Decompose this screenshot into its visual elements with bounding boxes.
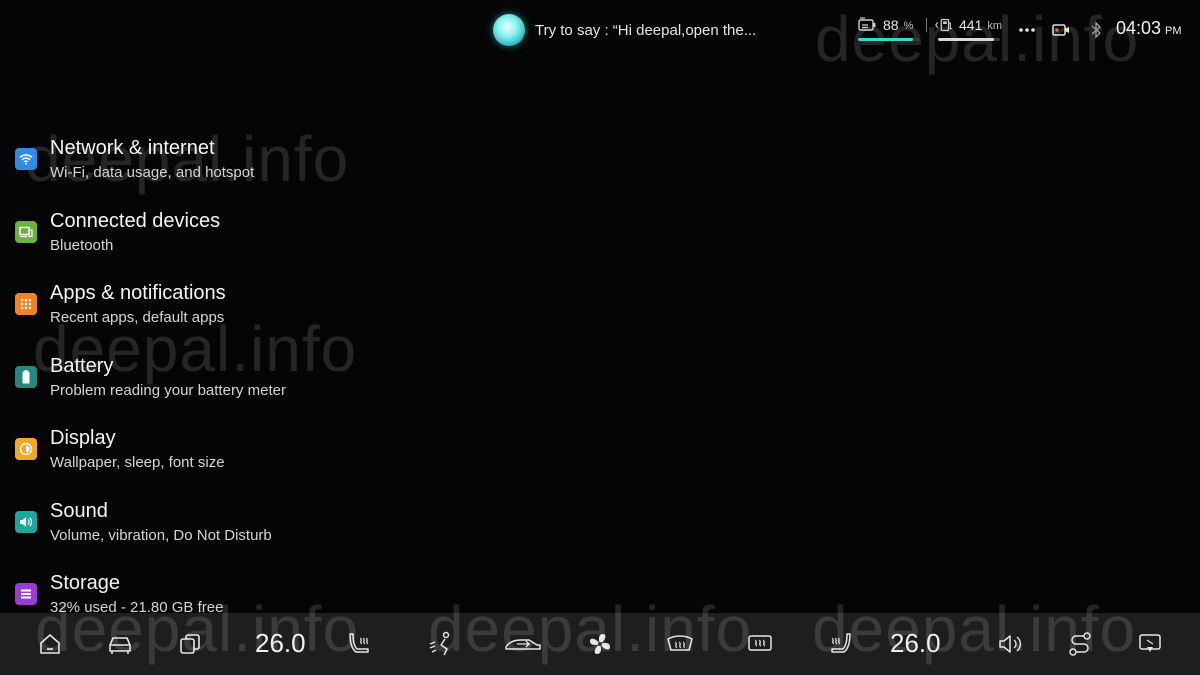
- range-level-bar: [938, 38, 1000, 41]
- setting-summary: Volume, vibration, Do Not Disturb: [50, 526, 272, 544]
- home-button[interactable]: [33, 627, 67, 661]
- setting-title: Battery: [50, 354, 114, 377]
- bluetooth-icon[interactable]: [1086, 20, 1106, 40]
- voice-assistant[interactable]: Try to say : “Hi deepal,open the...: [493, 14, 756, 46]
- battery-unit: %: [903, 20, 914, 32]
- status-bar: Try to say : “Hi deepal,open the... 88 %…: [0, 0, 1200, 62]
- fan-speed-icon[interactable]: [583, 627, 617, 661]
- driver-temperature[interactable]: 26.0: [255, 628, 306, 659]
- setting-title: Connected devices: [50, 209, 221, 232]
- battery-status: 88 %: [858, 16, 920, 44]
- setting-apps-notifications[interactable]: Apps & notifications Recent apps, defaul…: [0, 276, 600, 349]
- setting-title: Storage: [50, 572, 121, 594]
- airflow-direction-icon[interactable]: [424, 627, 458, 661]
- climate-bar: 26.0 26.0: [0, 613, 1200, 675]
- setting-summary: Bluetooth: [50, 236, 114, 254]
- setting-summary: Wi-Fi, data usage, and hotspot: [50, 164, 255, 181]
- setting-sound[interactable]: Sound Volume, vibration, Do Not Disturb: [0, 494, 600, 567]
- seat-heat-right-icon[interactable]: [823, 627, 857, 661]
- car-button[interactable]: [103, 627, 137, 661]
- screen-toggle-button[interactable]: [1133, 627, 1167, 661]
- setting-battery[interactable]: Battery Problem reading your battery met…: [0, 349, 600, 422]
- battery-level-fill: [858, 38, 913, 41]
- brightness-icon: [15, 438, 37, 460]
- range-fuel-icon: [934, 16, 954, 34]
- battery-level-bar: [858, 38, 920, 41]
- setting-title: Display: [50, 427, 116, 449]
- apps-grid-icon: [15, 293, 37, 315]
- voice-assistant-hint: Try to say : “Hi deepal,open the...: [535, 21, 757, 39]
- clock-time: 04:03: [1116, 18, 1162, 38]
- more-dots-icon[interactable]: [1016, 20, 1038, 40]
- battery-icon: [15, 365, 37, 388]
- setting-connected-devices[interactable]: Connected devices Bluetooth: [0, 204, 600, 277]
- volume-icon: [15, 510, 37, 533]
- range-status: 441 km: [934, 16, 1002, 44]
- battery-percent: 88: [883, 17, 899, 33]
- passenger-temperature[interactable]: 26.0: [890, 628, 941, 659]
- status-divider: [926, 18, 927, 32]
- recirculation-icon[interactable]: [503, 627, 543, 661]
- clock: 04:03 PM: [1116, 18, 1182, 39]
- settings-list: Network & internet Wi-Fi, data usage, an…: [0, 131, 1200, 639]
- range-unit: km: [987, 20, 1003, 32]
- devices-icon: [15, 220, 37, 243]
- voice-assistant-orb-icon[interactable]: [493, 14, 525, 46]
- seat-heat-left-icon[interactable]: [343, 627, 377, 661]
- range-level-fill: [938, 38, 994, 41]
- multitask-button[interactable]: [173, 627, 207, 661]
- wifi-icon: [15, 148, 37, 170]
- front-defrost-icon[interactable]: [663, 627, 697, 661]
- rear-defrost-icon[interactable]: [743, 627, 777, 661]
- setting-summary: Recent apps, default apps: [50, 309, 225, 326]
- setting-title: Network & internet: [50, 137, 215, 159]
- dashcam-icon[interactable]: [1050, 20, 1072, 40]
- setting-summary: Wallpaper, sleep, font size: [50, 454, 225, 471]
- storage-icon: [15, 583, 37, 605]
- range-value: 441: [959, 17, 983, 33]
- clock-ampm: PM: [1165, 25, 1182, 37]
- setting-title: Sound: [50, 499, 108, 522]
- battery-charge-icon: [858, 16, 878, 34]
- volume-button[interactable]: [993, 627, 1027, 661]
- setting-network-internet[interactable]: Network & internet Wi-Fi, data usage, an…: [0, 131, 600, 204]
- screen: deepal.info deepal.info deepal.info deep…: [0, 0, 1200, 675]
- setting-summary: Problem reading your battery meter: [50, 381, 286, 399]
- setting-display[interactable]: Display Wallpaper, sleep, font size: [0, 421, 600, 494]
- setting-title: Apps & notifications: [50, 282, 226, 304]
- route-button[interactable]: [1063, 627, 1097, 661]
